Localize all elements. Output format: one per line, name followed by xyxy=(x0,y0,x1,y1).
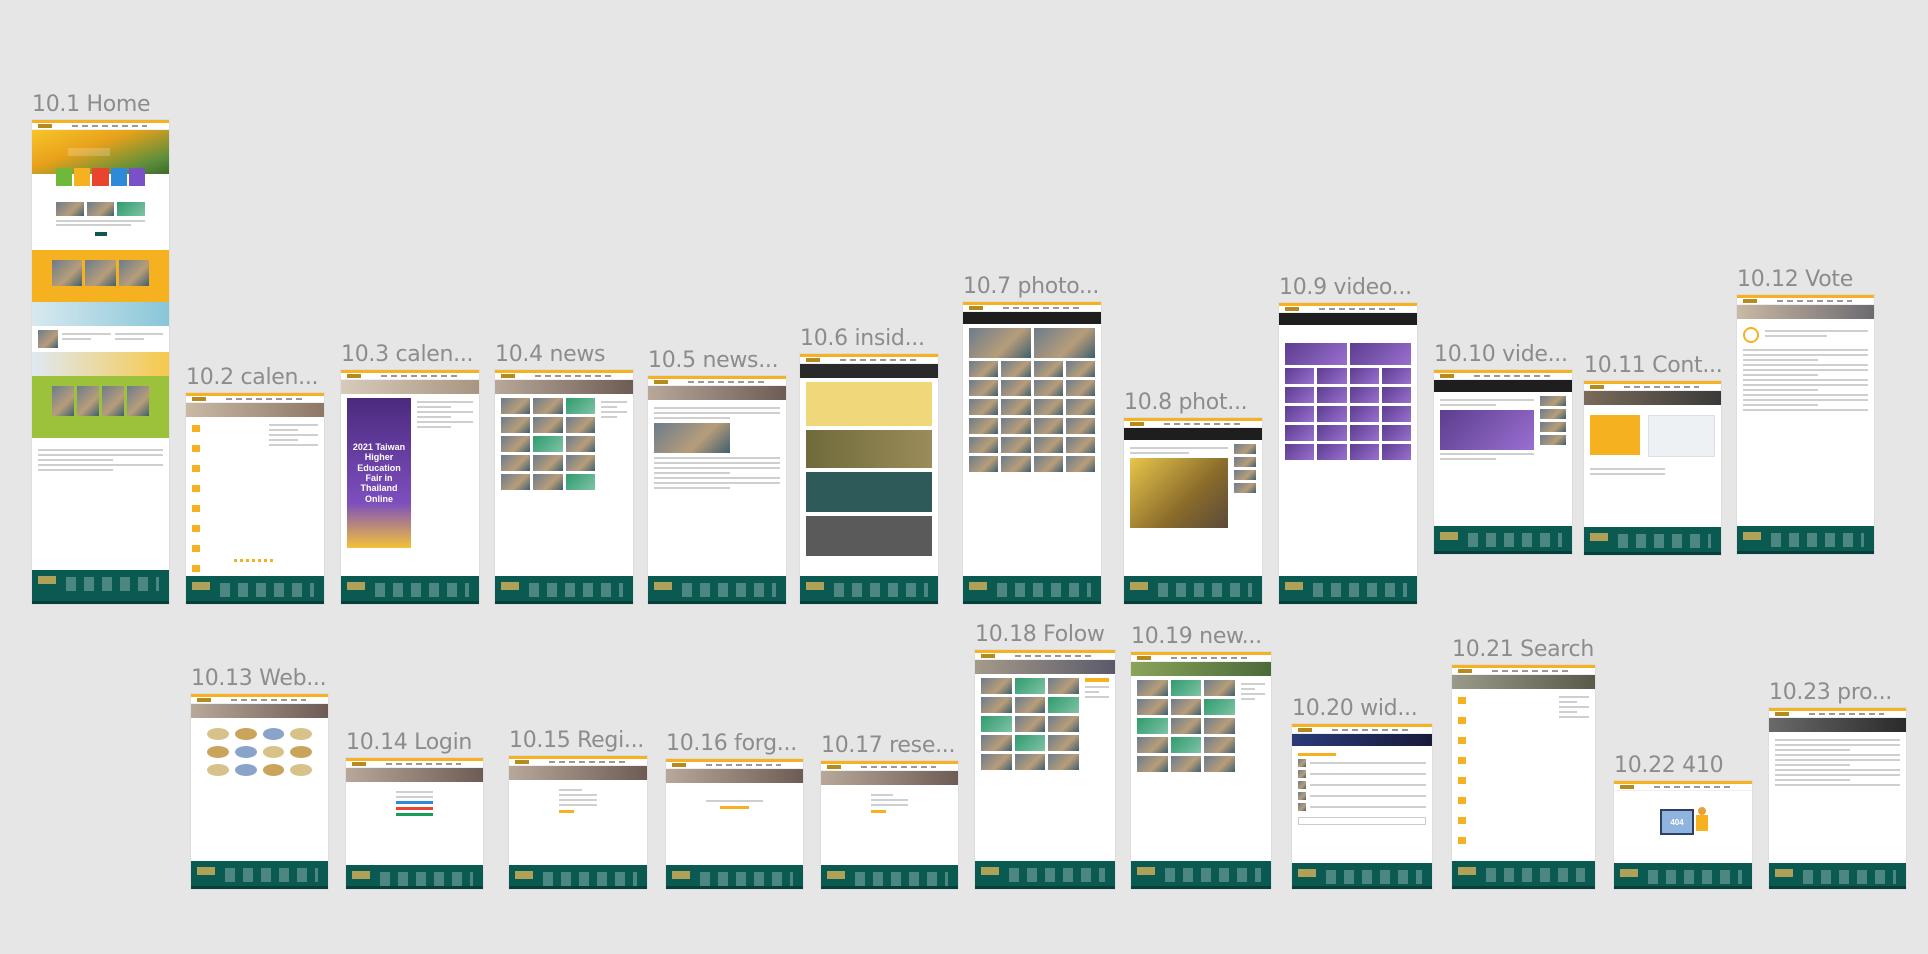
frame-thumbnail[interactable]: 2021 Taiwan Higher Education Fair in Tha… xyxy=(341,370,479,604)
frame-label[interactable]: 10.12 Vote xyxy=(1737,267,1853,292)
frame-thumbnail[interactable] xyxy=(191,694,328,889)
frame-label[interactable]: 10.3 calen... xyxy=(341,342,474,367)
frame-search[interactable]: 10.21 Search xyxy=(1452,637,1595,889)
frame-thumbnail[interactable]: 404 xyxy=(1614,781,1752,889)
frame-thumbnail[interactable] xyxy=(821,761,958,889)
frame-label[interactable]: 10.21 Search xyxy=(1452,637,1594,662)
frame-thumbnail[interactable] xyxy=(32,120,169,604)
frame-label[interactable]: 10.9 video... xyxy=(1279,275,1412,300)
frame-label[interactable]: 10.5 news... xyxy=(648,348,779,373)
frame-thumbnail[interactable] xyxy=(975,650,1115,889)
frame-label[interactable]: 10.17 rese... xyxy=(821,733,955,758)
frame-inside[interactable]: 10.6 insid... xyxy=(800,326,938,604)
frame-forgot-password[interactable]: 10.16 forg... xyxy=(666,731,803,889)
frame-error[interactable]: 10.22 410 404 xyxy=(1614,753,1752,889)
frame-thumbnail[interactable] xyxy=(1131,652,1271,889)
error-illustration: 404 xyxy=(1660,809,1694,835)
frame-label[interactable]: 10.22 410 xyxy=(1614,753,1724,778)
frame-calendar[interactable]: 10.2 calen... xyxy=(186,365,324,604)
frame-contact[interactable]: 10.11 Cont... xyxy=(1584,353,1723,555)
frame-photo-detail[interactable]: 10.8 phot... xyxy=(1124,390,1262,604)
frame-thumbnail[interactable] xyxy=(1124,418,1262,604)
frame-photo[interactable]: 10.7 photo... xyxy=(963,274,1101,604)
frame-news-detail[interactable]: 10.5 news... xyxy=(648,348,786,604)
frame-thumbnail[interactable] xyxy=(800,354,938,604)
frame-label[interactable]: 10.7 photo... xyxy=(963,274,1099,299)
frame-reset-password[interactable]: 10.17 rese... xyxy=(821,733,958,889)
frame-label[interactable]: 10.19 new... xyxy=(1131,624,1262,649)
frame-label[interactable]: 10.16 forg... xyxy=(666,731,797,756)
frame-video-detail[interactable]: 10.10 vide... xyxy=(1434,342,1572,554)
frame-thumbnail[interactable] xyxy=(186,393,324,604)
frame-label[interactable]: 10.6 insid... xyxy=(800,326,925,351)
frame-label[interactable]: 10.4 news xyxy=(495,342,606,367)
frame-follow[interactable]: 10.18 Folow xyxy=(975,622,1115,889)
frame-thumbnail[interactable] xyxy=(963,302,1101,604)
frame-label[interactable]: 10.18 Folow xyxy=(975,622,1105,647)
frame-label[interactable]: 10.15 Regi... xyxy=(509,728,644,753)
frame-label[interactable]: 10.13 Web... xyxy=(191,666,327,691)
frame-register[interactable]: 10.15 Regi... xyxy=(509,728,647,889)
frame-profile[interactable]: 10.23 pro... xyxy=(1769,680,1906,889)
frame-label[interactable]: 10.10 vide... xyxy=(1434,342,1568,367)
frame-label[interactable]: 10.14 Login xyxy=(346,730,472,755)
frame-new[interactable]: 10.19 new... xyxy=(1131,624,1271,889)
frame-thumbnail[interactable] xyxy=(495,370,633,604)
frame-label[interactable]: 10.23 pro... xyxy=(1769,680,1892,705)
frame-news[interactable]: 10.4 news xyxy=(495,342,633,604)
frame-label[interactable]: 10.2 calen... xyxy=(186,365,319,390)
frame-thumbnail[interactable] xyxy=(1452,665,1595,889)
frame-label[interactable]: 10.8 phot... xyxy=(1124,390,1248,415)
frame-thumbnail[interactable] xyxy=(1769,708,1906,889)
frame-thumbnail[interactable] xyxy=(1279,303,1417,604)
frame-thumbnail[interactable] xyxy=(1737,295,1874,554)
frame-thumbnail[interactable] xyxy=(1584,381,1721,555)
frame-video[interactable]: 10.9 video... xyxy=(1279,275,1417,604)
frame-thumbnail[interactable] xyxy=(666,759,803,889)
frame-label[interactable]: 10.20 wid... xyxy=(1292,696,1418,721)
frame-vote[interactable]: 10.12 Vote xyxy=(1737,267,1874,554)
frame-widget[interactable]: 10.20 wid... xyxy=(1292,696,1432,889)
poster-text: 2021 Taiwan Higher Education Fair in Tha… xyxy=(352,441,406,504)
frame-thumbnail[interactable] xyxy=(509,756,647,889)
event-poster: 2021 Taiwan Higher Education Fair in Tha… xyxy=(347,398,411,548)
error-code: 404 xyxy=(1670,817,1684,827)
frame-login[interactable]: 10.14 Login xyxy=(346,730,483,889)
frame-home[interactable]: 10.1 Home xyxy=(32,92,169,604)
frame-calendar-detail[interactable]: 10.3 calen... 2021 Taiwan Higher Educati… xyxy=(341,342,479,604)
frame-thumbnail[interactable] xyxy=(1292,724,1432,889)
frame-thumbnail[interactable] xyxy=(346,758,483,889)
frame-thumbnail[interactable] xyxy=(1434,370,1572,554)
frame-label[interactable]: 10.1 Home xyxy=(32,92,151,117)
frame-web-links[interactable]: 10.13 Web... xyxy=(191,666,328,889)
frame-label[interactable]: 10.11 Cont... xyxy=(1584,353,1723,378)
frame-thumbnail[interactable] xyxy=(648,376,786,604)
